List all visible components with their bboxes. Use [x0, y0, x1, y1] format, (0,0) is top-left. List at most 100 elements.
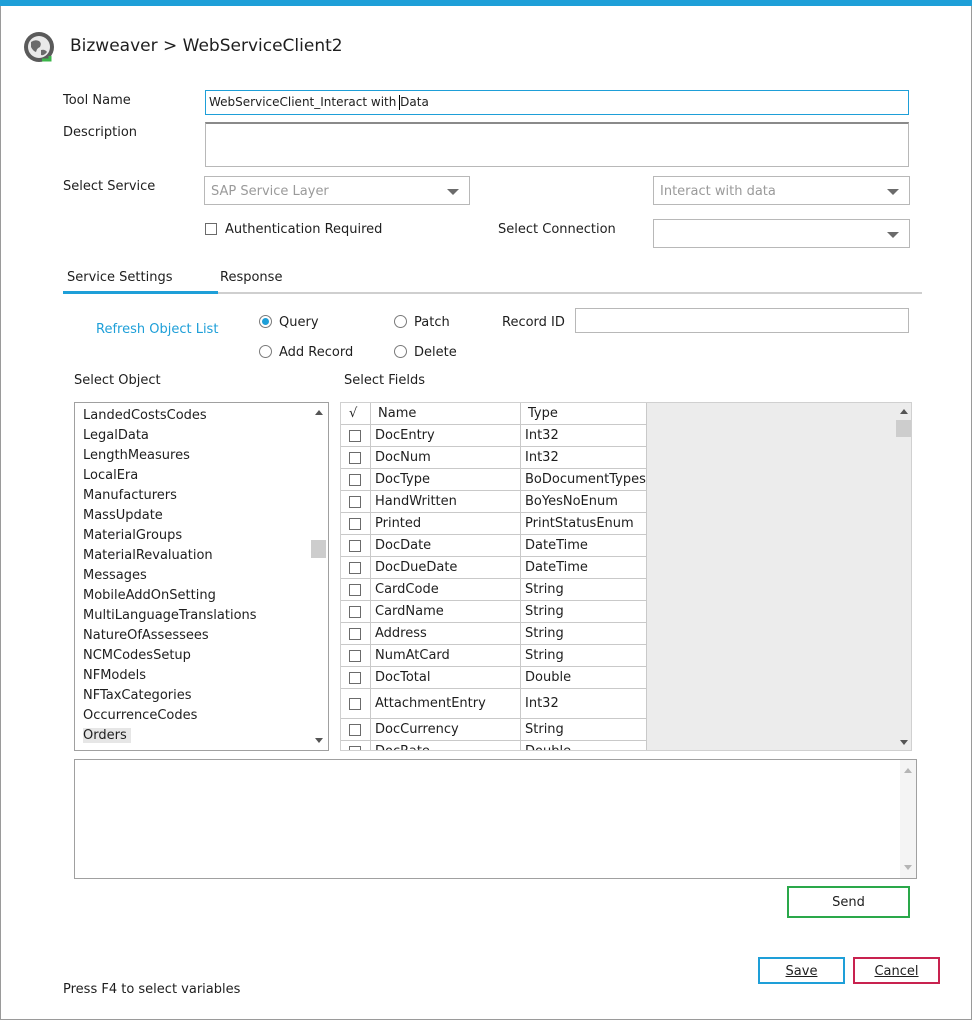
object-list-item[interactable]: Orders	[83, 728, 131, 743]
field-select-checkbox[interactable]	[349, 698, 361, 710]
field-row-checkbox-cell[interactable]	[341, 623, 371, 645]
text-cursor	[399, 95, 400, 110]
field-row-checkbox-cell[interactable]	[341, 425, 371, 447]
field-name-cell: DocDate	[371, 535, 521, 557]
field-row-checkbox-cell[interactable]	[341, 557, 371, 579]
field-row-checkbox-cell[interactable]	[341, 689, 371, 719]
field-select-checkbox[interactable]	[349, 606, 361, 618]
add-record-radio-label: Add Record	[279, 345, 354, 360]
type-column-header[interactable]: Type	[521, 403, 647, 425]
check-column-header[interactable]: √	[341, 403, 371, 425]
field-select-checkbox[interactable]	[349, 474, 361, 486]
send-button[interactable]: Send	[787, 886, 910, 918]
scroll-up-icon[interactable]	[900, 409, 908, 414]
save-button[interactable]: Save	[758, 957, 845, 984]
field-select-checkbox[interactable]	[349, 496, 361, 508]
name-column-header[interactable]: Name	[371, 403, 521, 425]
field-name-cell: Address	[371, 623, 521, 645]
field-name-cell: DocRate	[371, 741, 521, 750]
object-list-item[interactable]: NFTaxCategories	[83, 688, 192, 703]
object-list-scrollbar[interactable]	[310, 403, 328, 750]
field-row-checkbox-cell[interactable]	[341, 513, 371, 535]
cancel-button[interactable]: Cancel	[853, 957, 940, 984]
fields-grid-body: √ Name Type DocEntry Int32 DocNum Int32 DocT…	[341, 403, 647, 750]
patch-radio-label: Patch	[414, 315, 450, 330]
field-row-checkbox-cell[interactable]	[341, 535, 371, 557]
field-row-checkbox-cell[interactable]	[341, 601, 371, 623]
field-select-checkbox[interactable]	[349, 628, 361, 640]
field-row-checkbox-cell[interactable]	[341, 469, 371, 491]
field-row-checkbox-cell[interactable]	[341, 491, 371, 513]
field-row-checkbox-cell[interactable]	[341, 645, 371, 667]
chevron-down-icon	[887, 189, 899, 195]
field-select-checkbox[interactable]	[349, 746, 361, 750]
field-select-checkbox[interactable]	[349, 518, 361, 530]
field-type-cell: Double	[521, 741, 647, 750]
description-textarea[interactable]	[205, 122, 909, 167]
object-list-item[interactable]: LengthMeasures	[83, 448, 190, 463]
field-row-checkbox-cell[interactable]	[341, 447, 371, 469]
scroll-up-icon[interactable]	[315, 410, 323, 415]
field-select-checkbox[interactable]	[349, 650, 361, 662]
service-select[interactable]: SAP Service Layer	[204, 176, 470, 205]
auth-required-checkbox[interactable]	[205, 223, 217, 235]
select-object-label: Select Object	[74, 373, 161, 388]
field-row-checkbox-cell[interactable]	[341, 667, 371, 689]
object-list-item[interactable]: LocalEra	[83, 468, 138, 483]
object-list-item[interactable]: NFModels	[83, 668, 146, 683]
object-list-item[interactable]: LegalData	[83, 428, 149, 443]
scrollbar-thumb[interactable]	[896, 420, 911, 437]
scroll-down-icon[interactable]	[904, 865, 912, 870]
action-select[interactable]: Interact with data	[653, 176, 910, 205]
tab-service-settings[interactable]: Service Settings	[67, 270, 173, 285]
select-service-label: Select Service	[63, 179, 156, 194]
field-select-checkbox[interactable]	[349, 452, 361, 464]
scrollbar-thumb[interactable]	[311, 540, 326, 558]
object-list-item[interactable]: MobileAddOnSetting	[83, 588, 216, 603]
object-list-item[interactable]: NatureOfAssessees	[83, 628, 209, 643]
fields-grid-scrollbar[interactable]	[895, 403, 911, 750]
scroll-down-icon[interactable]	[900, 740, 908, 745]
field-row-checkbox-cell[interactable]	[341, 741, 371, 750]
output-scrollbar[interactable]	[900, 760, 916, 878]
field-select-checkbox[interactable]	[349, 540, 361, 552]
field-select-checkbox[interactable]	[349, 724, 361, 736]
object-list-item[interactable]: OccurrenceCodes	[83, 708, 197, 723]
object-listbox[interactable]: LandedCostsCodes LegalData LengthMeasures L…	[74, 402, 329, 751]
record-id-input[interactable]	[575, 308, 909, 333]
field-type-cell: Int32	[521, 447, 647, 469]
field-select-checkbox[interactable]	[349, 672, 361, 684]
object-list-item[interactable]: Manufacturers	[83, 488, 177, 503]
object-list-item[interactable]: NCMCodesSetup	[83, 648, 191, 663]
object-list-item[interactable]: MultiLanguageTranslations	[83, 608, 257, 623]
field-select-checkbox[interactable]	[349, 562, 361, 574]
select-connection-label: Select Connection	[498, 222, 616, 237]
field-type-cell: DateTime	[521, 535, 647, 557]
object-list-item[interactable]: MaterialGroups	[83, 528, 182, 543]
delete-radio[interactable]	[394, 345, 407, 358]
field-type-cell: DateTime	[521, 557, 647, 579]
patch-radio[interactable]	[394, 315, 407, 328]
refresh-object-list-link[interactable]: Refresh Object List	[96, 322, 218, 337]
output-textarea[interactable]	[74, 759, 917, 879]
object-list-item[interactable]: MassUpdate	[83, 508, 163, 523]
footer-hint: Press F4 to select variables	[63, 982, 241, 997]
select-fields-label: Select Fields	[344, 373, 426, 388]
query-radio[interactable]	[259, 315, 272, 328]
scroll-up-icon[interactable]	[904, 768, 912, 773]
tab-response[interactable]: Response	[220, 270, 282, 285]
connection-select[interactable]	[653, 219, 910, 248]
field-row-checkbox-cell[interactable]	[341, 719, 371, 741]
window-breadcrumb: Bizweaver > WebServiceClient2	[70, 36, 343, 56]
field-select-checkbox[interactable]	[349, 584, 361, 596]
fields-grid[interactable]: √ Name Type DocEntry Int32 DocNum Int32 DocT…	[340, 402, 912, 751]
object-list-item[interactable]: MaterialRevaluation	[83, 548, 213, 563]
field-name-cell: DocNum	[371, 447, 521, 469]
add-record-radio[interactable]	[259, 345, 272, 358]
field-select-checkbox[interactable]	[349, 430, 361, 442]
tool-name-input[interactable]: WebServiceClient_Interact with Data	[205, 90, 909, 115]
object-list-item[interactable]: LandedCostsCodes	[83, 408, 207, 423]
object-list-item[interactable]: Messages	[83, 568, 147, 583]
scroll-down-icon[interactable]	[315, 738, 323, 743]
field-row-checkbox-cell[interactable]	[341, 579, 371, 601]
